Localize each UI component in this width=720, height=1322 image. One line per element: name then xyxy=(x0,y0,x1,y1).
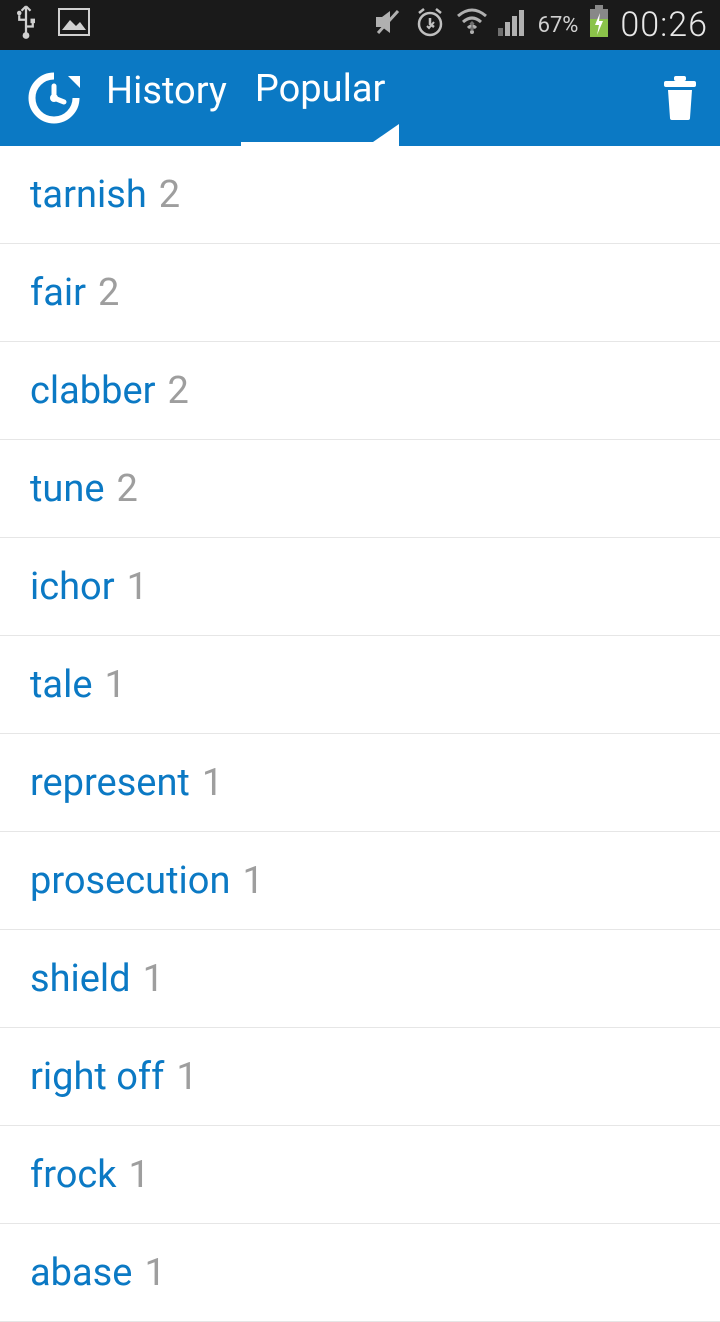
image-icon xyxy=(58,8,90,43)
trash-icon xyxy=(660,74,700,122)
word-text: ichor xyxy=(30,565,115,609)
alarm-icon xyxy=(414,6,446,45)
list-item[interactable]: prosecution 1 xyxy=(0,832,720,930)
word-text: shield xyxy=(30,957,131,1001)
word-count: 2 xyxy=(168,369,189,413)
word-count: 1 xyxy=(129,1153,150,1197)
list-item[interactable]: fair 2 xyxy=(0,244,720,342)
word-text: represent xyxy=(30,761,190,805)
app-bar: History Popular xyxy=(0,50,720,146)
word-count: 2 xyxy=(98,271,119,315)
word-count: 1 xyxy=(176,1055,197,1099)
list-item[interactable]: right off 1 xyxy=(0,1028,720,1126)
word-count: 1 xyxy=(127,565,148,609)
usb-icon xyxy=(12,4,40,47)
word-count: 1 xyxy=(242,859,263,903)
tab-history[interactable]: History xyxy=(92,50,241,146)
delete-button[interactable] xyxy=(658,72,702,124)
word-count: 2 xyxy=(159,173,180,217)
list-item[interactable]: ichor 1 xyxy=(0,538,720,636)
word-count: 1 xyxy=(202,761,223,805)
word-count: 1 xyxy=(144,1251,165,1295)
signal-icon xyxy=(498,8,528,43)
tabs: History Popular xyxy=(92,50,399,146)
wifi-icon xyxy=(456,8,488,43)
list-item[interactable]: clabber 2 xyxy=(0,342,720,440)
word-text: fair xyxy=(30,271,86,315)
word-text: abase xyxy=(30,1251,132,1295)
word-text: frock xyxy=(30,1153,117,1197)
word-text: tarnish xyxy=(30,173,147,217)
mute-icon xyxy=(372,7,404,44)
word-text: prosecution xyxy=(30,859,230,903)
word-count: 1 xyxy=(143,957,164,1001)
list-item[interactable]: frock 1 xyxy=(0,1126,720,1224)
status-bar: 67% 00:26 xyxy=(0,0,720,50)
list-item[interactable]: represent 1 xyxy=(0,734,720,832)
battery-percentage: 67% xyxy=(538,13,579,38)
list-item[interactable]: tarnish 2 xyxy=(0,146,720,244)
battery-charging-icon xyxy=(588,5,610,46)
word-count: 1 xyxy=(105,663,126,707)
word-text: tune xyxy=(30,467,105,511)
list-item[interactable]: abase 1 xyxy=(0,1224,720,1322)
popular-words-list: tarnish 2 fair 2 clabber 2 tune 2 ichor … xyxy=(0,146,720,1322)
list-item[interactable]: tune 2 xyxy=(0,440,720,538)
tab-popular[interactable]: Popular xyxy=(241,50,399,146)
word-text: tale xyxy=(30,663,93,707)
word-text: clabber xyxy=(30,369,156,413)
tab-label: Popular xyxy=(255,67,385,111)
word-text: right off xyxy=(30,1055,164,1099)
clock-time: 00:26 xyxy=(620,5,708,45)
list-item[interactable]: tale 1 xyxy=(0,636,720,734)
list-item[interactable]: shield 1 xyxy=(0,930,720,1028)
history-refresh-icon[interactable] xyxy=(24,68,84,128)
tab-label: History xyxy=(106,69,227,113)
word-count: 2 xyxy=(117,467,138,511)
